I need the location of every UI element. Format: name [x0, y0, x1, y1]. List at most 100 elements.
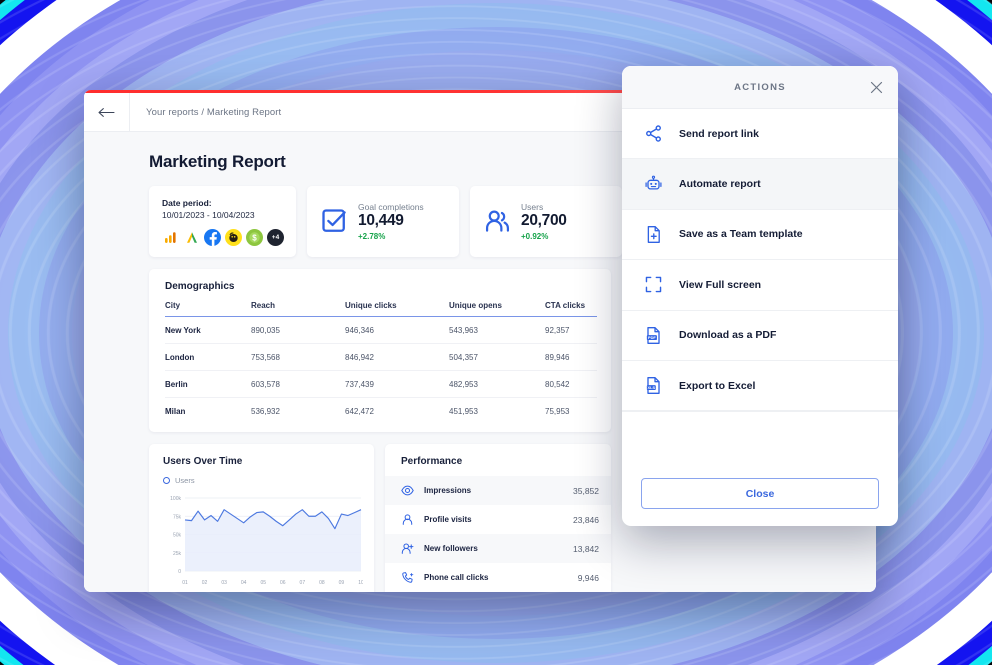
- kpi-value: 10,449: [358, 213, 424, 229]
- action-item-automate-report[interactable]: Automate report: [622, 159, 898, 209]
- cell-unique-opens: 451,953: [449, 398, 545, 425]
- cell-unique-clicks: 642,472: [345, 398, 449, 425]
- share-icon: [644, 124, 663, 143]
- performance-title: Performance: [385, 456, 611, 467]
- svg-text:100k: 100k: [170, 496, 181, 502]
- action-label: Download as a PDF: [679, 329, 776, 341]
- actions-panel: ACTIONS Send report link: [622, 66, 898, 526]
- cell-unique-clicks: 846,942: [345, 344, 449, 371]
- performance-row-phone-call-clicks[interactable]: Phone call clicks 9,946: [385, 563, 611, 592]
- svg-text:01: 01: [182, 580, 188, 586]
- pdf-file-icon: PDF: [644, 326, 663, 345]
- fullscreen-icon: [644, 275, 663, 294]
- cell-unique-opens: 504,357: [449, 344, 545, 371]
- cell-reach: 890,035: [251, 317, 345, 344]
- cell-city: Milan: [165, 398, 251, 425]
- cell-reach: 536,932: [251, 398, 345, 425]
- svg-text:08: 08: [319, 580, 325, 586]
- xls-file-icon: XLS: [644, 376, 663, 395]
- svg-text:09: 09: [339, 580, 345, 586]
- cell-unique-clicks: 946,346: [345, 317, 449, 344]
- kpi-delta: +2.78%: [358, 232, 424, 241]
- kpi-label: Users: [521, 202, 567, 212]
- svg-text:07: 07: [300, 580, 306, 586]
- demographics-table: City Reach Unique clicks Unique opens CT…: [165, 301, 597, 424]
- actions-panel-footer: Close: [622, 464, 898, 526]
- chart-legend[interactable]: Users: [163, 476, 364, 485]
- back-button[interactable]: [84, 93, 130, 131]
- performance-row-new-followers[interactable]: New followers 13,842: [385, 534, 611, 563]
- svg-text:05: 05: [260, 580, 266, 586]
- cell-cta-clicks: 75,953: [545, 398, 597, 425]
- close-icon[interactable]: [868, 79, 884, 95]
- actions-list: Send report link Automate report Save as…: [622, 109, 898, 464]
- svg-text:0: 0: [178, 569, 181, 575]
- cell-reach: 753,568: [251, 344, 345, 371]
- cell-city: New York: [165, 317, 251, 344]
- svg-text:25k: 25k: [173, 551, 182, 557]
- mailchimp-icon[interactable]: [225, 229, 242, 246]
- users-over-time-card: Users Over Time Users 025k50k75k100k0102…: [149, 444, 374, 592]
- google-ads-icon[interactable]: [183, 229, 200, 246]
- kpi-card-goal-completions: Goal completions 10,449 +2.78%: [307, 186, 459, 257]
- kpi-delta: +0.92%: [521, 232, 567, 241]
- performance-value: 13,842: [573, 544, 599, 554]
- actions-panel-header: ACTIONS: [622, 66, 898, 109]
- kpi-card-users: Users 20,700 +0.92%: [470, 186, 622, 257]
- google-analytics-icon[interactable]: [162, 229, 179, 246]
- column-header-city: City: [165, 301, 251, 317]
- action-label: Save as a Team template: [679, 228, 803, 240]
- cell-unique-opens: 482,953: [449, 371, 545, 398]
- stripe-icon[interactable]: $: [246, 229, 263, 246]
- svg-text:02: 02: [202, 580, 208, 586]
- users-icon: [484, 208, 511, 235]
- column-header-unique-clicks: Unique clicks: [345, 301, 449, 317]
- performance-label: Profile visits: [424, 515, 573, 524]
- action-label: Send report link: [679, 128, 759, 140]
- demographics-card: Demographics City Reach Unique clicks Un…: [149, 269, 611, 432]
- chart-title: Users Over Time: [163, 456, 364, 467]
- close-button[interactable]: Close: [641, 478, 879, 509]
- users-line-chart: 025k50k75k100k01020304050607080910: [163, 492, 363, 588]
- cell-city: London: [165, 344, 251, 371]
- data-source-icons: $ +4: [162, 229, 285, 246]
- svg-text:75k: 75k: [173, 514, 182, 520]
- performance-value: 23,846: [573, 515, 599, 525]
- performance-label: Phone call clicks: [424, 573, 578, 582]
- date-period-value: 10/01/2023 - 10/04/2023: [162, 210, 285, 220]
- action-item-export-to-excel[interactable]: XLS Export to Excel: [622, 361, 898, 411]
- action-item-save-as-team-template[interactable]: Save as a Team template: [622, 210, 898, 260]
- cell-reach: 603,578: [251, 371, 345, 398]
- facebook-icon[interactable]: [204, 229, 221, 246]
- cell-city: Berlin: [165, 371, 251, 398]
- legend-label: Users: [175, 476, 195, 485]
- action-item-send-report-link[interactable]: Send report link: [622, 109, 898, 159]
- cell-cta-clicks: 92,357: [545, 317, 597, 344]
- phone-icon: [401, 571, 414, 584]
- table-row: Milan 536,932 642,472 451,953 75,953: [165, 398, 597, 425]
- actions-panel-title: ACTIONS: [734, 82, 786, 93]
- performance-label: Impressions: [424, 486, 573, 495]
- more-sources-badge[interactable]: +4: [267, 229, 284, 246]
- action-item-download-as-pdf[interactable]: PDF Download as a PDF: [622, 311, 898, 361]
- user-plus-icon: [401, 542, 414, 555]
- svg-text:XLS: XLS: [648, 385, 656, 390]
- date-period-label: Date period:: [162, 198, 285, 208]
- cell-unique-opens: 543,963: [449, 317, 545, 344]
- column-header-cta-clicks: CTA clicks: [545, 301, 597, 317]
- table-row: New York 890,035 946,346 543,963 92,357: [165, 317, 597, 344]
- arrow-left-icon: [98, 107, 115, 118]
- performance-row-impressions[interactable]: Impressions 35,852: [385, 476, 611, 505]
- svg-text:10: 10: [358, 580, 363, 586]
- action-label: Export to Excel: [679, 380, 755, 392]
- action-item-view-full-screen[interactable]: View Full screen: [622, 260, 898, 310]
- performance-row-profile-visits[interactable]: Profile visits 23,846: [385, 505, 611, 534]
- actions-list-spacer: [622, 411, 898, 412]
- svg-text:03: 03: [221, 580, 227, 586]
- breadcrumb[interactable]: Your reports / Marketing Report: [130, 107, 281, 118]
- eye-icon: [401, 484, 414, 497]
- action-label: Automate report: [679, 178, 761, 190]
- performance-card: Performance Impressions 35,852 Profile v…: [385, 444, 611, 592]
- user-icon: [401, 513, 414, 526]
- table-row: London 753,568 846,942 504,357 89,946: [165, 344, 597, 371]
